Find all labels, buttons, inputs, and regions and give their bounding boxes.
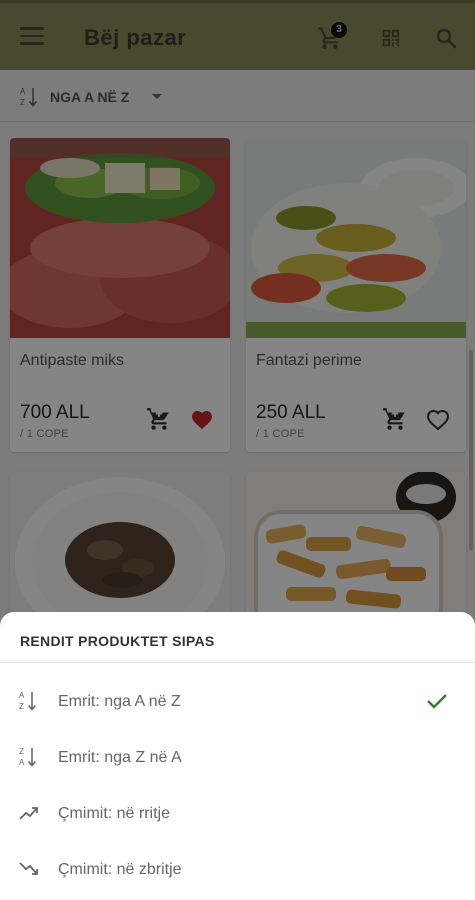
sort-option-price-desc[interactable]: Çmimit: në zbritje xyxy=(0,842,475,898)
trending-up-icon xyxy=(19,807,38,820)
sort-za-icon: Z A xyxy=(19,747,37,767)
sort-option-label: Emrit: nga Z në A xyxy=(58,749,182,766)
sort-option-label: Çmimit: në zbritje xyxy=(58,861,182,878)
sheet-title: RENDIT PRODUKTET SIPAS xyxy=(20,633,215,649)
svg-text:A: A xyxy=(19,691,25,700)
sort-bottom-sheet: RENDIT PRODUKTET SIPAS A Z Emrit: nga A … xyxy=(0,612,475,900)
sort-option-name-desc[interactable]: Z A Emrit: nga Z në A xyxy=(0,730,475,786)
sort-option-label: Çmimit: në rritje xyxy=(58,805,171,822)
sort-option-label: Emrit: nga A në Z xyxy=(58,693,181,710)
svg-text:A: A xyxy=(19,758,25,767)
trending-down-icon xyxy=(19,862,38,875)
divider xyxy=(0,662,475,663)
svg-text:Z: Z xyxy=(19,702,24,711)
sort-option-name-asc[interactable]: A Z Emrit: nga A në Z xyxy=(0,674,475,730)
sort-option-price-asc[interactable]: Çmimit: në rritje xyxy=(0,786,475,842)
check-icon xyxy=(427,694,447,709)
svg-text:Z: Z xyxy=(19,747,24,756)
sort-az-icon: A Z xyxy=(19,691,37,711)
